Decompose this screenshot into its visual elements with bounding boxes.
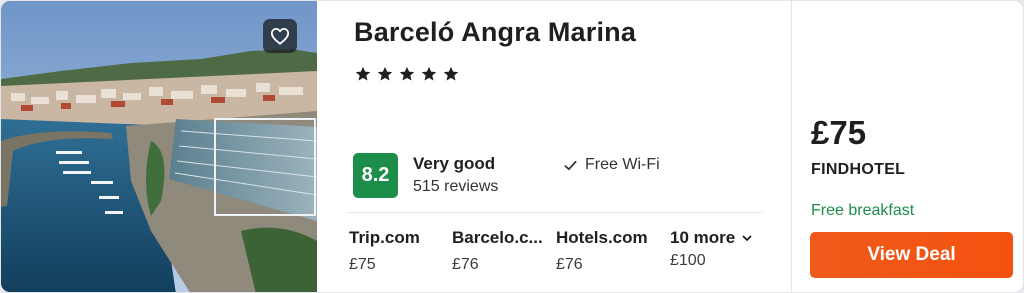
provider-price-hotels[interactable]: Hotels.com £76 — [556, 228, 648, 274]
provider-price: £76 — [556, 256, 583, 273]
provider-name: Barcelo.c... — [452, 228, 543, 247]
divider — [347, 212, 763, 213]
star-icon — [443, 66, 459, 81]
star-rating — [354, 65, 460, 83]
amenity-label: Free Wi-Fi — [585, 156, 660, 173]
best-deal-panel: £75 FINDHOTEL Free breakfast View Deal — [792, 1, 1023, 292]
hotel-name[interactable]: Barceló Angra Marina — [354, 17, 636, 48]
amenity-wifi: Free Wi-Fi — [563, 156, 660, 174]
provider-price-trip[interactable]: Trip.com £75 — [349, 228, 420, 274]
star-icon — [377, 66, 393, 81]
hotel-result-card: Barceló Angra Marina 8.2 Very good 515 r… — [0, 0, 1024, 293]
provider-name: Trip.com — [349, 228, 420, 247]
deal-provider: FINDHOTEL — [811, 161, 906, 178]
star-icon — [421, 66, 437, 81]
favorite-button[interactable] — [263, 19, 297, 53]
more-providers-label: 10 more — [670, 228, 736, 247]
more-providers-price: £100 — [670, 252, 706, 269]
provider-price-barcelo[interactable]: Barcelo.c... £76 — [452, 228, 543, 274]
hotel-photo[interactable] — [1, 1, 317, 292]
rating-label: Very good — [413, 154, 496, 173]
check-icon — [564, 160, 577, 170]
chevron-down-icon — [742, 235, 752, 241]
deal-perk: Free breakfast — [811, 202, 915, 219]
star-icon — [355, 66, 371, 81]
star-icon — [399, 66, 415, 81]
provider-name: Hotels.com — [556, 228, 648, 247]
deal-price: £75 — [811, 114, 867, 151]
heart-icon — [270, 27, 290, 45]
view-deal-button[interactable]: View Deal — [810, 232, 1013, 278]
provider-price: £76 — [452, 256, 479, 273]
provider-price: £75 — [349, 256, 376, 273]
review-count[interactable]: 515 reviews — [413, 178, 498, 196]
more-providers-toggle[interactable]: 10 more £100 — [670, 228, 753, 270]
rating-score-badge: 8.2 — [353, 153, 398, 198]
hotel-info: Barceló Angra Marina 8.2 Very good 515 r… — [317, 1, 791, 292]
